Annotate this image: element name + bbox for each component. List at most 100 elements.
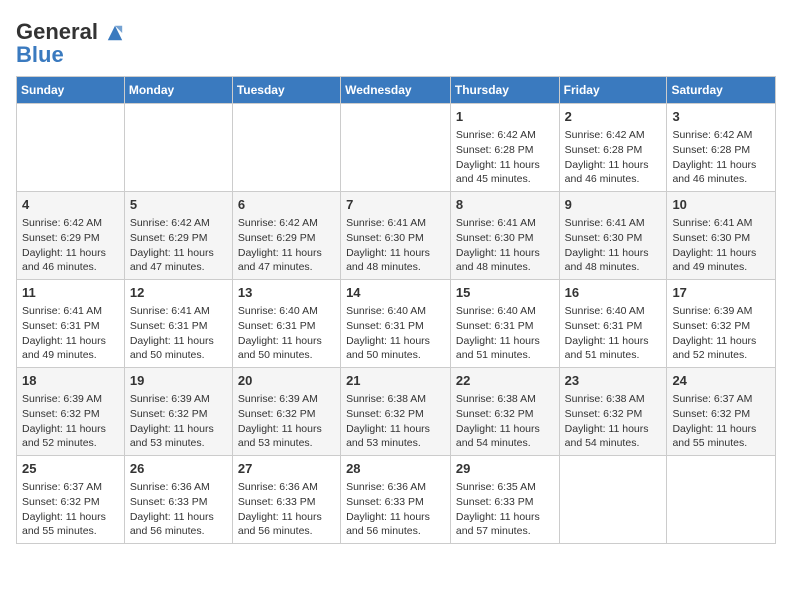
day-number: 13 bbox=[238, 284, 335, 302]
calendar-cell bbox=[124, 104, 232, 192]
column-header-wednesday: Wednesday bbox=[341, 77, 451, 104]
day-number: 27 bbox=[238, 460, 335, 478]
calendar-cell: 25 Sunrise: 6:37 AM Sunset: 6:32 PM Dayli… bbox=[17, 456, 125, 544]
column-header-monday: Monday bbox=[124, 77, 232, 104]
calendar-cell: 4 Sunrise: 6:42 AM Sunset: 6:29 PM Daylig… bbox=[17, 192, 125, 280]
calendar-cell: 15Sunrise: 6:40 AM Sunset: 6:31 PM Dayli… bbox=[450, 280, 559, 368]
day-info: Sunrise: 6:38 AM Sunset: 6:32 PM Dayligh… bbox=[456, 392, 554, 451]
day-info: Sunrise: 6:41 AM Sunset: 6:30 PM Dayligh… bbox=[565, 216, 662, 275]
day-number: 14 bbox=[346, 284, 445, 302]
calendar-cell bbox=[232, 104, 340, 192]
calendar-cell: 28 Sunrise: 6:36 AM Sunset: 6:33 PM Dayli… bbox=[341, 456, 451, 544]
calendar-cell: 19 Sunrise: 6:39 AM Sunset: 6:32 PM Dayli… bbox=[124, 368, 232, 456]
column-header-saturday: Saturday bbox=[667, 77, 776, 104]
calendar-cell: 21Sunrise: 6:38 AM Sunset: 6:32 PM Dayli… bbox=[341, 368, 451, 456]
day-info: Sunrise: 6:38 AM Sunset: 6:32 PM Dayligh… bbox=[565, 392, 662, 451]
calendar-cell: 6 Sunrise: 6:42 AM Sunset: 6:29 PM Daylig… bbox=[232, 192, 340, 280]
day-info: Sunrise: 6:35 AM Sunset: 6:33 PM Dayligh… bbox=[456, 480, 554, 539]
day-number: 26 bbox=[130, 460, 227, 478]
day-info: Sunrise: 6:41 AM Sunset: 6:30 PM Dayligh… bbox=[346, 216, 445, 275]
day-info: Sunrise: 6:39 AM Sunset: 6:32 PM Dayligh… bbox=[672, 304, 770, 363]
day-number: 20 bbox=[238, 372, 335, 390]
day-info: Sunrise: 6:36 AM Sunset: 6:33 PM Dayligh… bbox=[130, 480, 227, 539]
calendar-cell: 29 Sunrise: 6:35 AM Sunset: 6:33 PM Dayli… bbox=[450, 456, 559, 544]
calendar-cell: 24 Sunrise: 6:37 AM Sunset: 6:32 PM Dayli… bbox=[667, 368, 776, 456]
day-info: Sunrise: 6:39 AM Sunset: 6:32 PM Dayligh… bbox=[130, 392, 227, 451]
week-row-0: 1 Sunrise: 6:42 AM Sunset: 6:28 PM Daylig… bbox=[17, 104, 776, 192]
day-info: Sunrise: 6:42 AM Sunset: 6:28 PM Dayligh… bbox=[672, 128, 770, 187]
column-header-friday: Friday bbox=[559, 77, 667, 104]
day-number: 11 bbox=[22, 284, 119, 302]
day-info: Sunrise: 6:42 AM Sunset: 6:28 PM Dayligh… bbox=[565, 128, 662, 187]
calendar-cell: 7 Sunrise: 6:41 AM Sunset: 6:30 PM Daylig… bbox=[341, 192, 451, 280]
calendar-cell: 13Sunrise: 6:40 AM Sunset: 6:31 PM Dayli… bbox=[232, 280, 340, 368]
day-number: 24 bbox=[672, 372, 770, 390]
day-number: 9 bbox=[565, 196, 662, 214]
day-info: Sunrise: 6:39 AM Sunset: 6:32 PM Dayligh… bbox=[238, 392, 335, 451]
calendar-cell: 17 Sunrise: 6:39 AM Sunset: 6:32 PM Dayli… bbox=[667, 280, 776, 368]
day-number: 8 bbox=[456, 196, 554, 214]
day-number: 3 bbox=[672, 108, 770, 126]
day-info: Sunrise: 6:42 AM Sunset: 6:29 PM Dayligh… bbox=[238, 216, 335, 275]
day-number: 1 bbox=[456, 108, 554, 126]
calendar-cell bbox=[559, 456, 667, 544]
calendar-table: SundayMondayTuesdayWednesdayThursdayFrid… bbox=[16, 76, 776, 544]
week-row-2: 11 Sunrise: 6:41 AM Sunset: 6:31 PM Dayli… bbox=[17, 280, 776, 368]
calendar-cell: 23Sunrise: 6:38 AM Sunset: 6:32 PM Dayli… bbox=[559, 368, 667, 456]
calendar-cell: 11 Sunrise: 6:41 AM Sunset: 6:31 PM Dayli… bbox=[17, 280, 125, 368]
day-number: 21 bbox=[346, 372, 445, 390]
column-header-sunday: Sunday bbox=[17, 77, 125, 104]
day-number: 28 bbox=[346, 460, 445, 478]
day-number: 2 bbox=[565, 108, 662, 126]
calendar-cell: 16Sunrise: 6:40 AM Sunset: 6:31 PM Dayli… bbox=[559, 280, 667, 368]
day-info: Sunrise: 6:36 AM Sunset: 6:33 PM Dayligh… bbox=[346, 480, 445, 539]
day-info: Sunrise: 6:37 AM Sunset: 6:32 PM Dayligh… bbox=[22, 480, 119, 539]
calendar-header-row: SundayMondayTuesdayWednesdayThursdayFrid… bbox=[17, 77, 776, 104]
day-info: Sunrise: 6:37 AM Sunset: 6:32 PM Dayligh… bbox=[672, 392, 770, 451]
calendar-cell: 1 Sunrise: 6:42 AM Sunset: 6:28 PM Daylig… bbox=[450, 104, 559, 192]
day-info: Sunrise: 6:39 AM Sunset: 6:32 PM Dayligh… bbox=[22, 392, 119, 451]
calendar-cell: 27Sunrise: 6:36 AM Sunset: 6:33 PM Dayli… bbox=[232, 456, 340, 544]
calendar-cell: 26 Sunrise: 6:36 AM Sunset: 6:33 PM Dayli… bbox=[124, 456, 232, 544]
day-number: 15 bbox=[456, 284, 554, 302]
day-info: Sunrise: 6:42 AM Sunset: 6:29 PM Dayligh… bbox=[22, 216, 119, 275]
column-header-tuesday: Tuesday bbox=[232, 77, 340, 104]
day-number: 22 bbox=[456, 372, 554, 390]
calendar-cell: 18 Sunrise: 6:39 AM Sunset: 6:32 PM Dayli… bbox=[17, 368, 125, 456]
day-number: 17 bbox=[672, 284, 770, 302]
day-number: 10 bbox=[672, 196, 770, 214]
day-number: 4 bbox=[22, 196, 119, 214]
calendar-cell: 10 Sunrise: 6:41 AM Sunset: 6:30 PM Dayli… bbox=[667, 192, 776, 280]
calendar-cell bbox=[667, 456, 776, 544]
column-header-thursday: Thursday bbox=[450, 77, 559, 104]
calendar-cell: 12 Sunrise: 6:41 AM Sunset: 6:31 PM Dayli… bbox=[124, 280, 232, 368]
day-info: Sunrise: 6:40 AM Sunset: 6:31 PM Dayligh… bbox=[346, 304, 445, 363]
day-number: 16 bbox=[565, 284, 662, 302]
calendar-cell: 2 Sunrise: 6:42 AM Sunset: 6:28 PM Daylig… bbox=[559, 104, 667, 192]
day-number: 25 bbox=[22, 460, 119, 478]
logo-text: General bbox=[16, 20, 124, 44]
calendar-cell: 3 Sunrise: 6:42 AM Sunset: 6:28 PM Daylig… bbox=[667, 104, 776, 192]
day-info: Sunrise: 6:42 AM Sunset: 6:28 PM Dayligh… bbox=[456, 128, 554, 187]
calendar-cell: 22 Sunrise: 6:38 AM Sunset: 6:32 PM Dayli… bbox=[450, 368, 559, 456]
day-number: 19 bbox=[130, 372, 227, 390]
day-number: 18 bbox=[22, 372, 119, 390]
day-number: 12 bbox=[130, 284, 227, 302]
week-row-4: 25 Sunrise: 6:37 AM Sunset: 6:32 PM Dayli… bbox=[17, 456, 776, 544]
logo-blue: Blue bbox=[16, 42, 124, 68]
day-number: 6 bbox=[238, 196, 335, 214]
logo: General Blue bbox=[16, 20, 124, 68]
calendar-cell: 14 Sunrise: 6:40 AM Sunset: 6:31 PM Dayli… bbox=[341, 280, 451, 368]
day-number: 29 bbox=[456, 460, 554, 478]
calendar-cell: 9 Sunrise: 6:41 AM Sunset: 6:30 PM Daylig… bbox=[559, 192, 667, 280]
day-info: Sunrise: 6:41 AM Sunset: 6:31 PM Dayligh… bbox=[130, 304, 227, 363]
day-info: Sunrise: 6:41 AM Sunset: 6:31 PM Dayligh… bbox=[22, 304, 119, 363]
day-number: 7 bbox=[346, 196, 445, 214]
day-info: Sunrise: 6:41 AM Sunset: 6:30 PM Dayligh… bbox=[672, 216, 770, 275]
calendar-cell: 8Sunrise: 6:41 AM Sunset: 6:30 PM Daylig… bbox=[450, 192, 559, 280]
header: General Blue bbox=[16, 16, 776, 68]
calendar-cell: 5Sunrise: 6:42 AM Sunset: 6:29 PM Daylig… bbox=[124, 192, 232, 280]
calendar-cell bbox=[341, 104, 451, 192]
week-row-1: 4 Sunrise: 6:42 AM Sunset: 6:29 PM Daylig… bbox=[17, 192, 776, 280]
calendar-body: 1 Sunrise: 6:42 AM Sunset: 6:28 PM Daylig… bbox=[17, 104, 776, 544]
